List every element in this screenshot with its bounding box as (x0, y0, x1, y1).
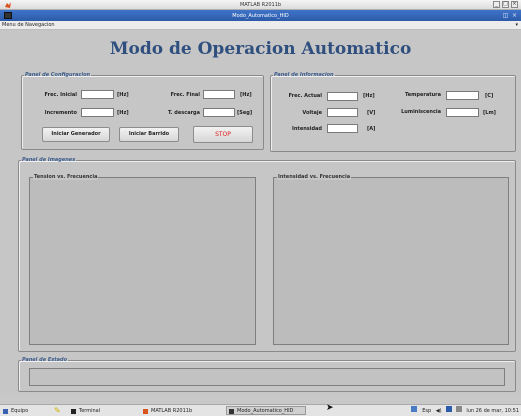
luminiscencia-label: Luminiscencia (401, 109, 441, 115)
taskbar: Equipo ✎ Terminal MATLAB R2011b Modo_Aut… (0, 404, 521, 416)
tension-plot-title: Tension vs. Frecuencia (33, 174, 99, 180)
page-title: Modo de Operacion Automatico (109, 39, 412, 59)
t-descarga-unit: [Seg] (237, 110, 253, 116)
clock[interactable]: lun 26 de mar, 10:51 (466, 408, 519, 414)
matlab-icon (143, 409, 148, 414)
task-matlab-label: MATLAB R2011b (151, 408, 193, 414)
voltaje-unit: [V] (367, 110, 376, 116)
task-terminal[interactable]: Terminal (68, 406, 140, 415)
task-modo-automatico-label: Modo_Automatico_HID (237, 408, 294, 414)
figure-window-title: Modo_Automatico_HID (232, 13, 289, 19)
tension-vs-frecuencia-plot[interactable] (29, 177, 256, 345)
task-modo-automatico[interactable]: Modo_Automatico_HID (226, 406, 306, 415)
frec-final-label: Frec. Final (170, 92, 200, 98)
figure-icon (229, 409, 234, 414)
terminal-icon (71, 409, 76, 414)
power-icon[interactable] (455, 406, 462, 412)
incremento-label: Incremento (44, 110, 77, 116)
os-titlebar: MATLAB R2011b _ □ × (0, 0, 521, 10)
voltaje-field (327, 108, 358, 117)
maximize-button[interactable]: □ (502, 1, 509, 8)
update-icon[interactable] (446, 406, 453, 412)
info-panel-title: Panel de Informacion (274, 72, 334, 78)
luminiscencia-field (446, 108, 479, 117)
screen: MATLAB R2011b _ □ × Modo_Automatico_HID … (0, 0, 521, 416)
start-label: Equipo (11, 408, 29, 414)
frec-final-unit: [Hz] (240, 92, 252, 98)
frec-actual-field (327, 92, 358, 101)
launcher-icon[interactable]: ✎ (54, 406, 61, 415)
iniciar-barrido-button[interactable]: Iniciar Barrido (119, 127, 179, 142)
frec-inicial-unit: [Hz] (117, 92, 129, 98)
os-window-title: MATLAB R2011b (239, 2, 282, 8)
frec-inicial-input[interactable] (81, 90, 114, 99)
intensidad-field (327, 124, 358, 133)
menubar: Menu de Navegacion ▾ (0, 21, 521, 30)
luminiscencia-unit: [Lm] (483, 110, 496, 116)
menubar-chevron-icon[interactable]: ▾ (515, 22, 518, 28)
temperatura-field (446, 91, 479, 100)
status-text-box (29, 368, 505, 386)
incremento-unit: [Hz] (117, 110, 129, 116)
config-panel-title: Panel de Configuracion (25, 72, 91, 78)
incremento-input[interactable] (81, 108, 114, 117)
figure-titlebar: Modo_Automatico_HID ◫ × (0, 10, 521, 21)
status-panel-title: Panel de Estado (22, 357, 68, 363)
images-panel-title: Panel de Imagenes (22, 157, 76, 163)
network-icon[interactable] (410, 406, 417, 412)
frec-actual-label: Frec. Actual (288, 93, 322, 99)
task-matlab[interactable]: MATLAB R2011b (140, 406, 215, 415)
intensidad-unit: [A] (367, 126, 376, 132)
t-descarga-label: T. descarga (168, 110, 200, 116)
menu-navegacion[interactable]: Menu de Navegacion (2, 22, 55, 28)
temperatura-unit: [C] (485, 93, 494, 99)
iniciar-generador-button[interactable]: Iniciar Generador (42, 127, 110, 142)
system-tray: Esp ◀) lun 26 de mar, 10:51 (410, 406, 519, 415)
volume-icon[interactable]: ◀) (436, 408, 442, 414)
figure-restore-icon[interactable]: ◫ (502, 12, 509, 19)
frec-final-input[interactable] (203, 90, 235, 99)
computer-icon (3, 409, 8, 414)
keyboard-layout[interactable]: Esp (422, 408, 431, 414)
temperatura-label: Temperatura (405, 92, 441, 98)
task-terminal-label: Terminal (79, 408, 101, 414)
close-button[interactable]: × (511, 1, 518, 8)
figure-close-icon[interactable]: × (511, 12, 518, 19)
intensidad-plot-title: Intensidad vs. Frecuencia (277, 174, 352, 180)
intensidad-vs-frecuencia-plot[interactable] (273, 177, 509, 345)
stop-button[interactable]: STOP (193, 126, 253, 143)
frec-inicial-label: Frec. Inicial (44, 92, 77, 98)
mouse-cursor-icon: ➤ (326, 403, 334, 413)
voltaje-label: Voltaje (302, 110, 322, 116)
start-menu-button[interactable]: Equipo (0, 406, 42, 415)
t-descarga-input[interactable] (203, 108, 235, 117)
intensidad-label: Intensidad (292, 126, 322, 132)
minimize-button[interactable]: _ (493, 1, 500, 8)
frec-actual-unit: [Hz] (363, 93, 375, 99)
figure-body: Modo de Operacion Automatico Panel de Co… (0, 30, 521, 393)
